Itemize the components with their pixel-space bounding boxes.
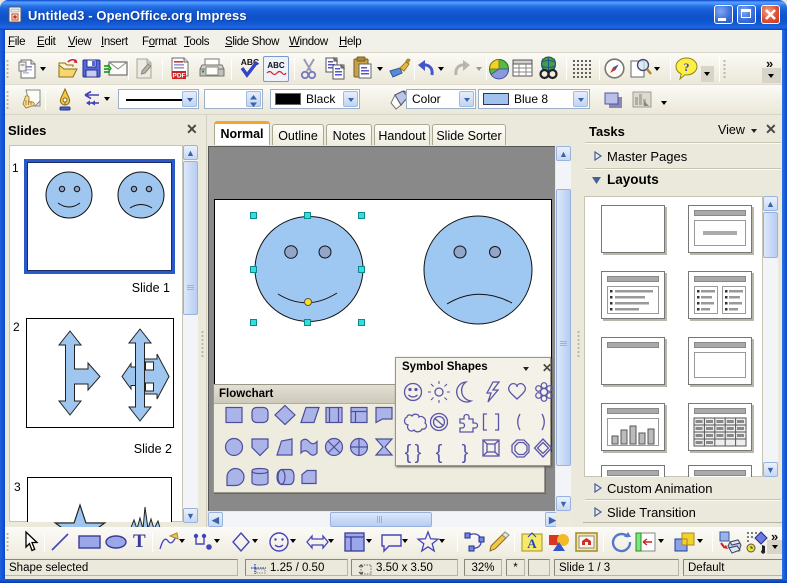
svg-text:}: } <box>415 442 422 464</box>
svg-text:?: ? <box>684 60 690 74</box>
svg-text:{: { <box>436 442 443 464</box>
svg-text:ABC: ABC <box>267 61 285 70</box>
svg-text:PDF: PDF <box>173 73 186 80</box>
svg-text:{: { <box>405 442 412 464</box>
svg-text:A: A <box>527 536 537 551</box>
svg-text:}: } <box>462 442 469 464</box>
